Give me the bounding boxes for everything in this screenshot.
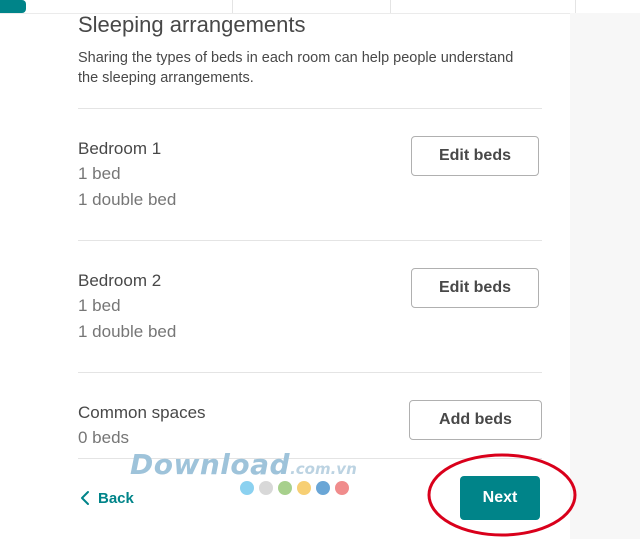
room-bed-count: 0 beds: [78, 428, 130, 447]
add-beds-button[interactable]: Add beds: [409, 400, 542, 440]
room-bed-type: 1 double bed: [78, 322, 177, 341]
progress-dot: [240, 481, 254, 495]
divider: [78, 240, 542, 241]
watermark-tld: .com.vn: [290, 460, 357, 478]
progress-dot: [297, 481, 311, 495]
progress-dot: [316, 481, 330, 495]
progress-divider: [575, 0, 576, 13]
back-button[interactable]: Back: [80, 486, 134, 510]
page-title: Sleeping arrangements: [78, 12, 306, 37]
chevron-left-icon: [80, 490, 90, 506]
edit-beds-button[interactable]: Edit beds: [411, 136, 539, 176]
edit-beds-button[interactable]: Edit beds: [411, 268, 539, 308]
download-watermark: Download.com.vn: [130, 448, 357, 481]
back-label: Back: [98, 489, 134, 507]
room-bed-type: 1 double bed: [78, 190, 177, 209]
progress-dot: [278, 481, 292, 495]
right-side-panel: [570, 13, 640, 539]
progress-divider: [390, 0, 391, 13]
room-name: Bedroom 2: [78, 271, 162, 290]
divider: [78, 372, 542, 373]
room-bed-count: 1 bed: [78, 296, 121, 315]
progress-indicator: [0, 0, 26, 13]
room-bed-count: 1 bed: [78, 164, 121, 183]
page-subtitle: Sharing the types of beds in each room c…: [78, 50, 514, 86]
progress-dots: [240, 481, 349, 495]
room-name: Bedroom 1: [78, 139, 162, 158]
next-button[interactable]: Next: [460, 476, 540, 520]
divider: [78, 108, 542, 109]
progress-dot: [335, 481, 349, 495]
room-name: Common spaces: [78, 403, 206, 422]
watermark-brand: Download: [130, 448, 291, 481]
progress-dot: [259, 481, 273, 495]
